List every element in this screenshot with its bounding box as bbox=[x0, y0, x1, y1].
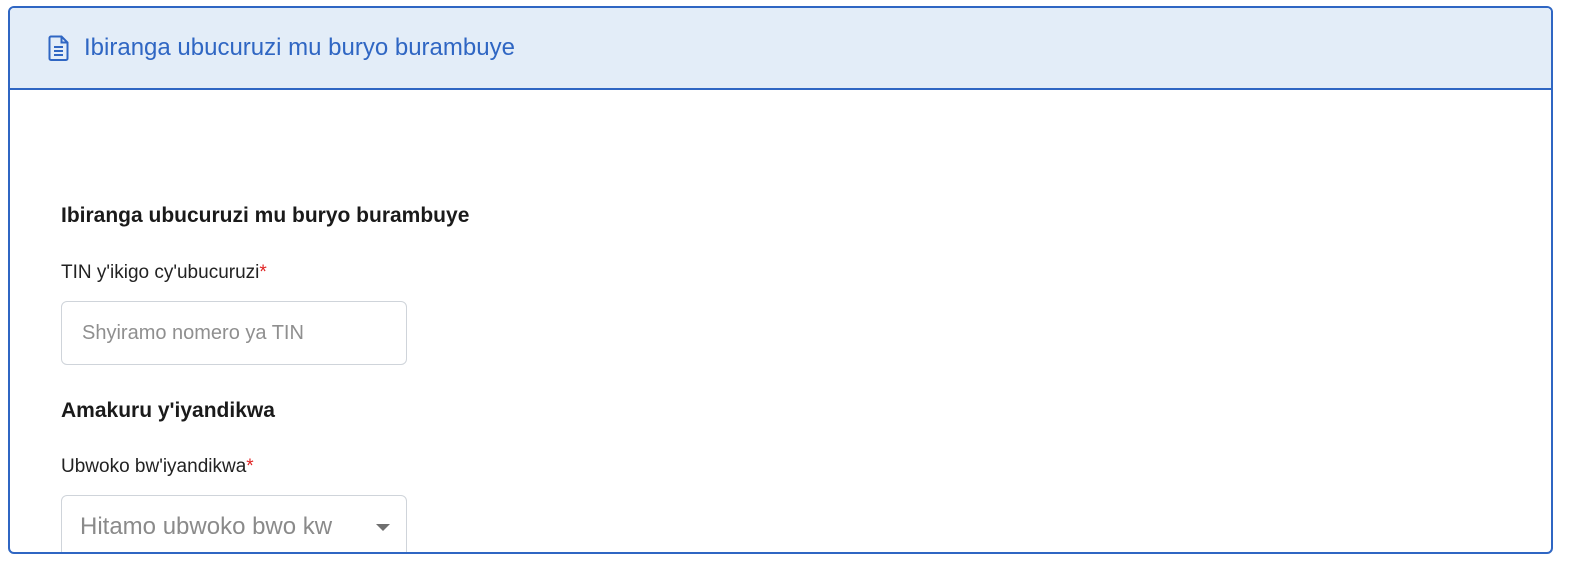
required-marker: * bbox=[246, 456, 254, 477]
document-icon bbox=[48, 35, 70, 61]
registration-type-selected-value: Hitamo ubwoko bwo kw bbox=[80, 513, 333, 540]
tin-input[interactable] bbox=[61, 301, 407, 365]
registration-type-select[interactable]: Hitamo ubwoko bwo kw bbox=[61, 495, 407, 552]
required-marker: * bbox=[259, 262, 267, 283]
caret-down-icon bbox=[376, 523, 390, 531]
registration-type-label: Ubwoko bw'iyandikwa* bbox=[61, 456, 254, 478]
business-details-card: Ibiranga ubucuruzi mu buryo burambuye Ib… bbox=[8, 6, 1553, 554]
registration-section-title: Amakuru y'iyandikwa bbox=[61, 399, 275, 422]
tin-label-text: TIN y'ikigo cy'ubucuruzi bbox=[61, 262, 260, 283]
business-section-title: Ibiranga ubucuruzi mu buryo burambuye bbox=[61, 204, 470, 227]
registration-type-label-text: Ubwoko bw'iyandikwa bbox=[61, 456, 247, 477]
card-title: Ibiranga ubucuruzi mu buryo burambuye bbox=[84, 34, 515, 61]
card-header: Ibiranga ubucuruzi mu buryo burambuye bbox=[10, 8, 1551, 90]
tin-label: TIN y'ikigo cy'ubucuruzi* bbox=[61, 262, 267, 284]
